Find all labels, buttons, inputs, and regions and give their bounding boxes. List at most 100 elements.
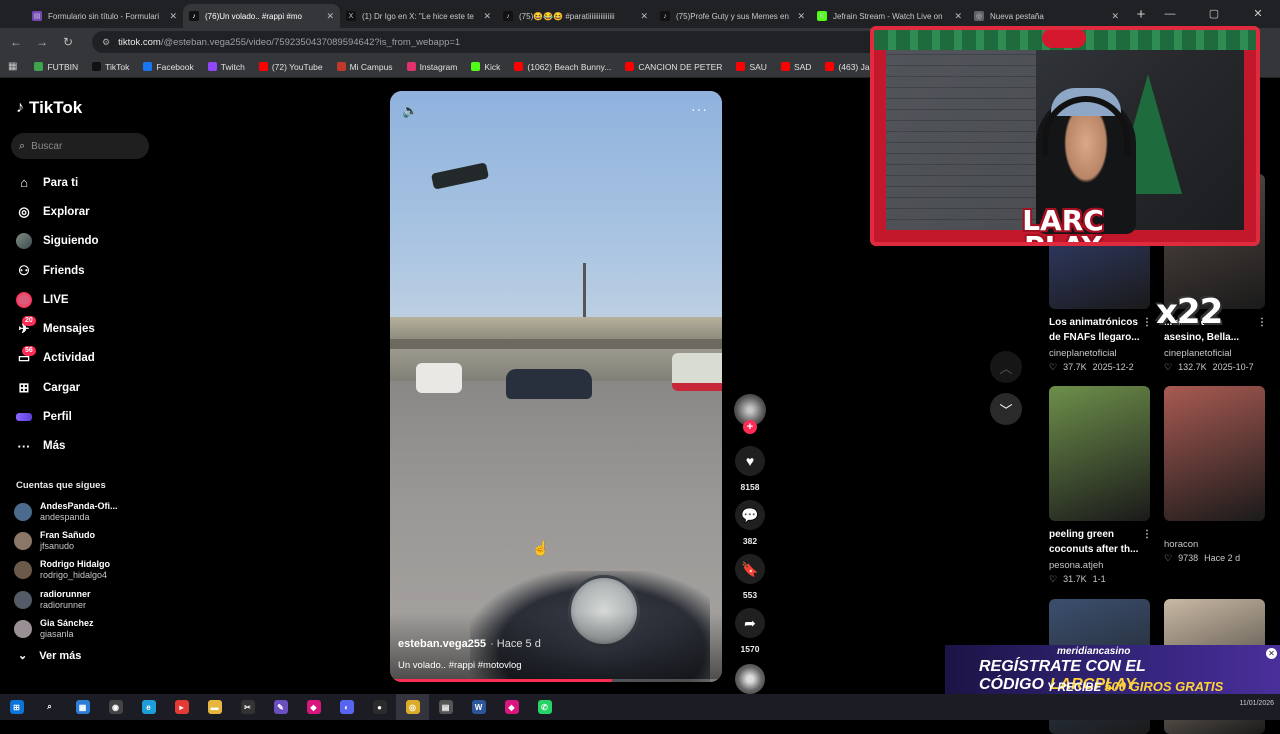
nav-item-perfil[interactable]: Perfil xyxy=(0,402,160,431)
heart-icon[interactable]: ♥ xyxy=(735,446,765,476)
taskbar-obs-button[interactable]: ● xyxy=(363,694,396,720)
bookmark-item[interactable]: Kick xyxy=(466,62,505,72)
bookmark-item[interactable]: (72) YouTube xyxy=(254,62,328,72)
tab-close-icon[interactable]: ✕ xyxy=(326,11,334,22)
nav-item-friends[interactable]: ⚇ Friends xyxy=(0,256,160,285)
like-action[interactable]: ♥ 8158 xyxy=(733,446,767,492)
video-progress-bar[interactable] xyxy=(390,679,722,682)
taskbar-search-button[interactable]: ⌕ xyxy=(33,694,66,720)
related-video-card[interactable]: peeling green coconuts after th... ⋮ peson… xyxy=(1049,386,1152,585)
taskbar-word-button[interactable]: W xyxy=(462,694,495,720)
taskbar-capcut-button[interactable]: ✂ xyxy=(231,694,264,720)
taskbar-whatsapp-button[interactable]: ✆ xyxy=(528,694,561,720)
nav-item-para-ti[interactable]: ⌂ Para ti xyxy=(0,168,160,197)
nav-item-cargar[interactable]: ⊞ Cargar xyxy=(0,373,160,402)
following-account[interactable]: radiorunner radiorunner xyxy=(14,585,154,614)
search-box[interactable]: ⌕ xyxy=(11,133,149,159)
nav-item-mensajes[interactable]: ✈ Mensajes 20 xyxy=(0,314,160,343)
comment-icon[interactable]: 💬 xyxy=(735,500,765,530)
more-options-icon[interactable]: ⋮ xyxy=(1142,527,1152,542)
reload-icon[interactable]: ↻ xyxy=(60,35,76,49)
related-video-author[interactable]: cineplanetoficial xyxy=(1164,348,1265,359)
bookmark-item[interactable]: TikTok xyxy=(87,62,134,72)
following-account[interactable]: Fran Sañudo jfsanudo xyxy=(14,526,154,555)
related-video-author[interactable]: cineplanetoficial xyxy=(1049,348,1150,359)
nav-item-siguiendo[interactable]: Siguiendo xyxy=(0,227,160,256)
browser-tab[interactable]: ◎ Nueva pestaña ✕ xyxy=(968,4,1125,28)
taskbar-discord-button[interactable]: ◐ xyxy=(330,694,363,720)
bookmark-item[interactable]: Facebook xyxy=(138,62,198,72)
bookmark-item[interactable]: CANCION DE PETER xyxy=(620,62,727,72)
taskbar-game-button[interactable]: ◉ xyxy=(99,694,132,720)
taskbar-windows-start-button[interactable]: ⊞ xyxy=(0,694,33,720)
author-handle[interactable]: esteban.vega255 xyxy=(398,638,486,650)
tab-close-icon[interactable]: ✕ xyxy=(483,11,491,22)
related-video-title[interactable]: peeling green coconuts after th... ⋮ xyxy=(1049,527,1152,557)
taskbar-streamlabs-button[interactable]: ▸ xyxy=(165,694,198,720)
music-disc-icon[interactable] xyxy=(735,664,765,694)
taskbar-folder-button[interactable]: ▬ xyxy=(198,694,231,720)
taskbar-lightshot-button[interactable]: ✎ xyxy=(264,694,297,720)
taskbar-app-button[interactable]: ◆ xyxy=(297,694,330,720)
following-account[interactable]: Rodrigo Hidalgo rodrigo_hidalgo4 xyxy=(14,556,154,585)
taskbar-chrome-button[interactable]: ◎ xyxy=(396,694,429,720)
see-more-button[interactable]: ⌄ Ver más xyxy=(18,649,81,663)
nav-item-live[interactable]: LIVE xyxy=(0,285,160,314)
bookmark-item[interactable]: Twitch xyxy=(203,62,250,72)
taskbar-app2-button[interactable]: ◆ xyxy=(495,694,528,720)
tab-close-icon[interactable]: ✕ xyxy=(797,11,805,22)
bookmark-item[interactable]: SAD xyxy=(776,62,816,72)
more-options-icon[interactable]: ··· xyxy=(691,101,708,117)
nav-item-explorar[interactable]: ◎ Explorar xyxy=(0,197,160,226)
related-video-card[interactable]: horacon ♡ 9738 Hace 2 d xyxy=(1164,386,1265,564)
following-account[interactable]: Gia Sánchez giasanla xyxy=(14,614,154,643)
taskbar-edge-button[interactable]: e xyxy=(132,694,165,720)
search-input[interactable] xyxy=(31,140,132,152)
back-arrow-icon[interactable]: ← xyxy=(8,35,24,49)
share-icon[interactable]: ➦ xyxy=(735,608,765,638)
video-thumbnail[interactable] xyxy=(1049,386,1150,521)
minimize-icon[interactable]: — xyxy=(1148,0,1192,28)
site-info-icon[interactable]: ⚙ xyxy=(102,37,110,48)
tab-close-icon[interactable]: ✕ xyxy=(640,11,648,22)
bookmark-item[interactable]: FUTBIN xyxy=(29,62,83,72)
url-field[interactable]: ⚙ tiktok.com/@esteban.vega255/video/7592… xyxy=(92,31,882,53)
close-window-icon[interactable]: ✕ xyxy=(1236,0,1280,28)
maximize-icon[interactable]: ▢ xyxy=(1192,0,1236,28)
tab-close-icon[interactable]: ✕ xyxy=(954,11,962,22)
browser-tab[interactable]: K Jefrain Stream - Watch Live on ✕ xyxy=(811,4,968,28)
bookmark-item[interactable]: Instagram xyxy=(402,62,463,72)
bookmark-item[interactable]: SAU xyxy=(731,62,771,72)
taskbar-store-button[interactable]: ▦ xyxy=(66,694,99,720)
casino-promo-banner[interactable]: meridiancasino REGÍSTRATE CON EL CÓDIGO L… xyxy=(945,645,1280,700)
next-video-button[interactable]: ﹀ xyxy=(990,393,1022,425)
tiktok-logo[interactable]: ♪ TikTok xyxy=(16,98,82,118)
more-options-icon[interactable]: ⋮ xyxy=(1257,315,1267,330)
video-author[interactable]: esteban.vega255 · Hace 5 d xyxy=(398,638,541,650)
save-action[interactable]: 🔖 553 xyxy=(733,554,767,600)
related-video-title[interactable]: Los animatrónicos de FNAFs llegaro... ⋮ xyxy=(1049,315,1152,345)
share-action[interactable]: ➦ 1570 xyxy=(733,608,767,654)
nav-item-mas[interactable]: ··· Más xyxy=(0,432,160,461)
taskbar-calculator-button[interactable]: ▤ xyxy=(429,694,462,720)
previous-video-button[interactable]: ︿ xyxy=(990,351,1022,383)
browser-tab[interactable]: ♪ (75)😆😂😆 #paratiiiiiiiiiiiiiii ✕ xyxy=(497,4,654,28)
bookmark-item[interactable]: (1062) Beach Bunny... xyxy=(509,62,616,72)
more-options-icon[interactable]: ⋮ xyxy=(1142,315,1152,330)
close-icon[interactable]: ✕ xyxy=(1266,648,1277,659)
browser-tab[interactable]: X (1) Dr Igo en X: "Le hice este te ✕ xyxy=(340,4,497,28)
follow-plus-icon[interactable]: + xyxy=(743,420,757,434)
forward-arrow-icon[interactable]: → xyxy=(34,35,50,49)
bookmark-icon[interactable]: 🔖 xyxy=(735,554,765,584)
video-thumbnail[interactable] xyxy=(1164,386,1265,521)
system-tray-clock[interactable]: 11/01/2026 xyxy=(1239,699,1274,708)
related-video-author[interactable]: horacon xyxy=(1164,539,1265,550)
browser-tab[interactable]: ♪ (75)Profe Guty y sus Memes en ✕ xyxy=(654,4,811,28)
following-account[interactable]: AndesPanda-Ofi... andespanda xyxy=(14,497,154,526)
browser-tab[interactable]: ♪ (76)Un volado.. #rappi #mo ✕ xyxy=(183,4,340,28)
video-player[interactable]: 🔈 ··· esteban.vega255 · Hace 5 d Un volad… xyxy=(390,91,722,682)
volume-icon[interactable]: 🔈 xyxy=(402,103,418,119)
related-video-author[interactable]: pesona.atjeh xyxy=(1049,560,1150,571)
creator-avatar[interactable]: + xyxy=(734,394,766,434)
browser-tab[interactable]: ▤ Formulario sin título - Formulari ✕ xyxy=(26,4,183,28)
